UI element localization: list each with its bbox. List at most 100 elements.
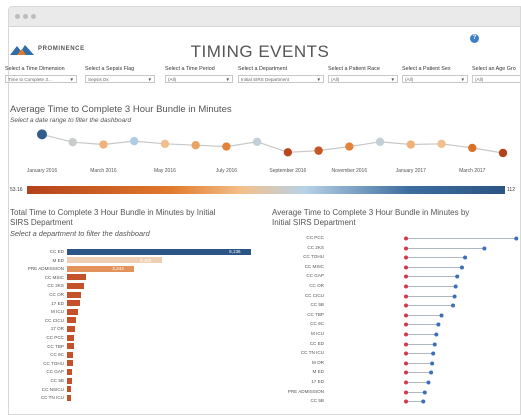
table-row[interactable]: PRE ADMISSION 2,244 bbox=[10, 265, 265, 272]
lollipop-value-dot[interactable] bbox=[459, 265, 464, 270]
monthly-point[interactable] bbox=[130, 136, 139, 146]
lollipop-value-dot[interactable] bbox=[430, 361, 435, 366]
lollipop-value-dot[interactable] bbox=[439, 313, 444, 318]
lollipop-mark[interactable] bbox=[272, 397, 521, 406]
lollipop-value-dot[interactable] bbox=[436, 322, 441, 327]
bar-mark[interactable] bbox=[67, 282, 84, 289]
patient-sex-select[interactable]: (All) ▼ bbox=[402, 75, 468, 83]
monthly-point[interactable] bbox=[345, 142, 354, 151]
bar-mark[interactable] bbox=[67, 394, 71, 401]
list-item[interactable]: PRE ADMISSION bbox=[272, 388, 521, 397]
bar-mark[interactable] bbox=[67, 308, 79, 315]
monthly-point[interactable] bbox=[437, 139, 446, 149]
window-dot-icon[interactable] bbox=[23, 14, 28, 19]
monthly-point[interactable] bbox=[283, 148, 293, 157]
list-item[interactable]: CC TOHU bbox=[272, 253, 521, 262]
monthly-point[interactable] bbox=[68, 137, 77, 147]
bar-mark[interactable] bbox=[67, 317, 76, 324]
bar-mark[interactable] bbox=[67, 377, 72, 384]
list-item[interactable]: M OR bbox=[272, 359, 521, 368]
list-item[interactable]: CC ED bbox=[272, 340, 521, 349]
lollipop-mark[interactable] bbox=[272, 388, 521, 397]
list-item[interactable]: CC 5B bbox=[272, 397, 521, 406]
bar-mark[interactable] bbox=[67, 343, 74, 350]
lollipop-value-dot[interactable] bbox=[463, 255, 468, 260]
lollipop-mark[interactable] bbox=[272, 292, 521, 301]
lollipop-mark[interactable] bbox=[272, 320, 521, 329]
table-row[interactable]: CC 6C bbox=[10, 351, 265, 358]
lollipop-mark[interactable] bbox=[272, 263, 521, 272]
bar-mark[interactable] bbox=[67, 300, 80, 307]
table-row[interactable]: CC GAP bbox=[10, 368, 265, 375]
list-item[interactable]: CC 2KS bbox=[272, 244, 521, 253]
table-row[interactable]: CC 5B bbox=[10, 377, 265, 384]
table-row[interactable]: CC TN ICU bbox=[10, 394, 265, 401]
bar-mark[interactable] bbox=[67, 248, 252, 255]
lollipop-value-dot[interactable] bbox=[426, 380, 431, 385]
lollipop-mark[interactable] bbox=[272, 378, 521, 387]
table-row[interactable]: CC TOHU bbox=[10, 360, 265, 367]
list-item[interactable]: CC 5B bbox=[272, 301, 521, 310]
list-item[interactable]: M ED bbox=[272, 368, 521, 377]
bar-mark[interactable] bbox=[67, 291, 81, 298]
table-row[interactable]: CC ED 6,136 bbox=[10, 248, 265, 255]
table-row[interactable]: CC OR bbox=[10, 291, 265, 298]
monthly-point[interactable] bbox=[222, 142, 231, 151]
lollipop-value-dot[interactable] bbox=[434, 332, 439, 337]
lollipop-value-dot[interactable] bbox=[431, 351, 436, 356]
lollipop-mark[interactable] bbox=[272, 311, 521, 320]
lollipop-mark[interactable] bbox=[272, 330, 521, 339]
table-row[interactable]: CC MSIC bbox=[10, 274, 265, 281]
bar-mark[interactable] bbox=[67, 351, 74, 358]
table-row[interactable]: 17 ED bbox=[10, 300, 265, 307]
lollipop-mark[interactable] bbox=[272, 253, 521, 262]
list-item[interactable]: CC GAP bbox=[272, 272, 521, 281]
table-row[interactable]: 17 OR bbox=[10, 325, 265, 332]
table-row[interactable]: CC PCC bbox=[10, 334, 265, 341]
bar-mark[interactable] bbox=[67, 274, 86, 281]
list-item[interactable]: CC 6C bbox=[272, 320, 521, 329]
table-row[interactable]: CC CICU bbox=[10, 317, 265, 324]
lollipop-value-dot[interactable] bbox=[432, 342, 437, 347]
lollipop-value-dot[interactable] bbox=[452, 294, 457, 299]
monthly-point[interactable] bbox=[498, 148, 508, 158]
monthly-point[interactable] bbox=[99, 140, 108, 149]
list-item[interactable]: 17 ED bbox=[272, 378, 521, 387]
time-period-select[interactable]: (All) ▼ bbox=[165, 75, 233, 83]
lollipop-mark[interactable] bbox=[272, 234, 521, 243]
bar-mark[interactable] bbox=[67, 386, 72, 393]
patient-race-select[interactable]: (All) ▼ bbox=[328, 75, 398, 83]
table-row[interactable]: CC NSICU bbox=[10, 386, 265, 393]
lollipop-mark[interactable] bbox=[272, 244, 521, 253]
lollipop-value-dot[interactable] bbox=[514, 236, 519, 241]
bar-mark[interactable] bbox=[67, 265, 135, 272]
list-item[interactable]: M ICU bbox=[272, 330, 521, 339]
monthly-point[interactable] bbox=[314, 146, 323, 155]
lollipop-value-dot[interactable] bbox=[421, 399, 426, 404]
lollipop-value-dot[interactable] bbox=[482, 246, 487, 251]
list-item[interactable]: CC TN ICU bbox=[272, 349, 521, 358]
lollipop-mark[interactable] bbox=[272, 359, 521, 368]
time-dimension-select[interactable]: Time to Complete 3... ▼ bbox=[5, 75, 77, 83]
lollipop-mark[interactable] bbox=[272, 349, 521, 358]
monthly-point[interactable] bbox=[37, 129, 47, 140]
lollipop-mark[interactable] bbox=[272, 368, 521, 377]
table-row[interactable]: M ED 3,162 bbox=[10, 257, 265, 264]
monthly-average-chart[interactable] bbox=[5, 128, 517, 178]
window-dot-icon[interactable] bbox=[31, 14, 36, 19]
bar-mark[interactable] bbox=[67, 325, 75, 332]
age-group-select[interactable]: (All) bbox=[472, 75, 520, 83]
lollipop-value-dot[interactable] bbox=[451, 303, 456, 308]
monthly-point[interactable] bbox=[160, 139, 170, 149]
bar-mark[interactable] bbox=[67, 368, 73, 375]
monthly-point[interactable] bbox=[406, 140, 415, 149]
lollipop-value-dot[interactable] bbox=[429, 370, 434, 375]
monthly-point[interactable] bbox=[252, 137, 262, 147]
lollipop-mark[interactable] bbox=[272, 282, 521, 291]
sepsis-flag-select[interactable]: Sepsis Dx ▼ bbox=[85, 75, 155, 83]
table-row[interactable]: CC TBP bbox=[10, 343, 265, 350]
list-item[interactable]: CC OR bbox=[272, 282, 521, 291]
monthly-point[interactable] bbox=[191, 141, 200, 150]
help-icon[interactable]: ? bbox=[470, 34, 479, 43]
lollipop-value-dot[interactable] bbox=[422, 390, 427, 395]
